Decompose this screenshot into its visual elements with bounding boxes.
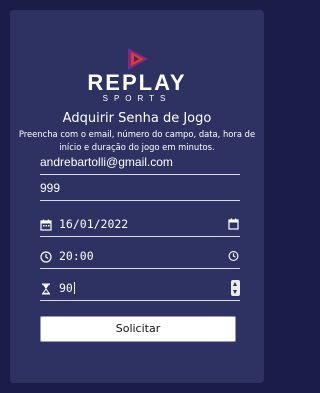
time-value: 20:00 (59, 249, 94, 263)
page-title: Adquirir Senha de Jogo (62, 111, 212, 126)
number-spinner[interactable] (231, 280, 240, 296)
text-caret (73, 282, 75, 294)
clock-picker-icon[interactable] (228, 250, 239, 262)
start-time-input[interactable]: 20:00 (40, 246, 240, 269)
form-description: Preencha com o email, número do campo, d… (18, 129, 256, 152)
email-field[interactable]: andrebartolli@gmail.com (40, 152, 240, 175)
brand-name: REPLAY (87, 70, 187, 95)
duration-value: 90 (59, 281, 75, 295)
date-value: 16/01/2022 (59, 217, 129, 231)
email-value: andrebartolli@gmail.com (40, 155, 173, 169)
form-card: REPLAY SPORTS Adquirir Senha de Jogo Pre… (10, 10, 264, 383)
spinner-down-icon[interactable] (233, 290, 237, 294)
page-background: REPLAY SPORTS Adquirir Senha de Jogo Pre… (0, 0, 274, 393)
duration-text: 90 (59, 281, 73, 295)
spinner-up-icon[interactable] (233, 282, 237, 286)
submit-button[interactable]: Solicitar (40, 316, 236, 342)
duration-input[interactable]: 90 (40, 278, 240, 301)
field-number-value: 999 (40, 181, 61, 195)
clock-icon (40, 251, 52, 263)
hourglass-icon (42, 283, 50, 295)
calendar-icon (40, 219, 52, 231)
brand-logo: REPLAY SPORTS (10, 44, 264, 106)
brand-subtitle: SPORTS (102, 94, 172, 103)
calendar-picker-icon[interactable] (228, 218, 239, 230)
date-input[interactable]: 16/01/2022 (40, 214, 240, 237)
field-number-input[interactable]: 999 (40, 178, 240, 201)
